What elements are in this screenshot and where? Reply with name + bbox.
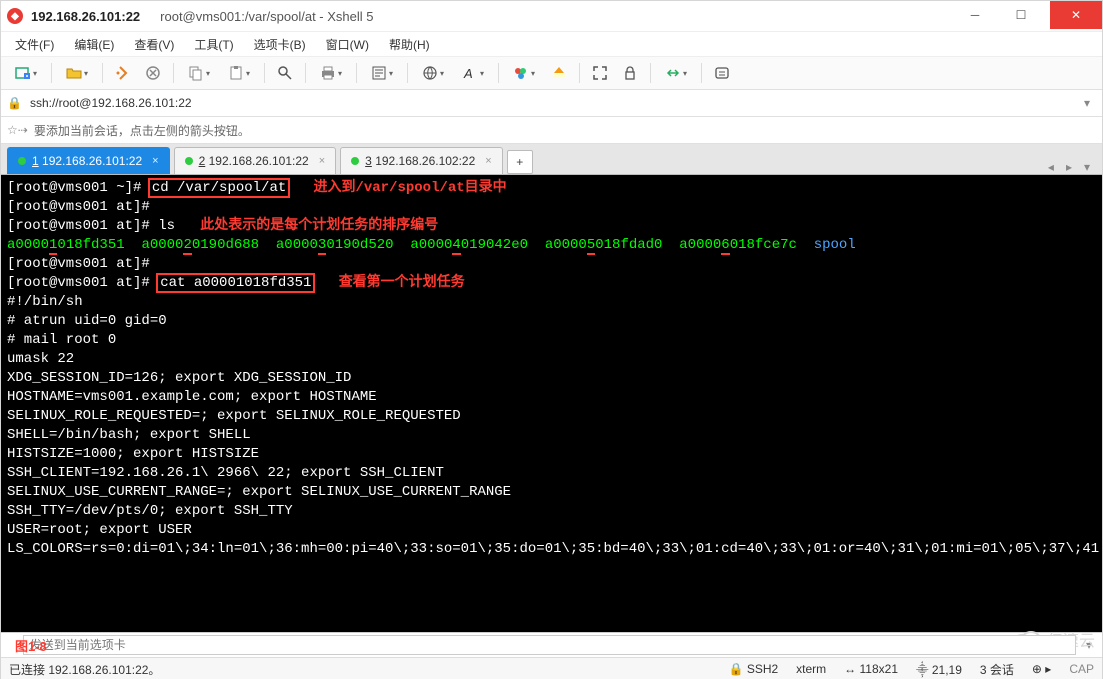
status-connection: 已连接 192.168.26.101:22。: [9, 661, 160, 678]
lock-icon: 🔒: [7, 96, 22, 110]
title-bar: ◆ 192.168.26.101:22 root@vms001:/var/spo…: [1, 1, 1102, 31]
compose-target-dropdown[interactable]: ▾: [1082, 638, 1096, 652]
minimize-button[interactable]: ─: [952, 1, 998, 29]
tab-close-icon[interactable]: ×: [152, 155, 158, 167]
hint-text: 要添加当前会话，点击左侧的箭头按钮。: [34, 122, 250, 139]
tab-prev-button[interactable]: ◂: [1042, 160, 1060, 174]
title-path: root@vms001:/var/spool/at - Xshell 5: [160, 9, 373, 24]
properties-button[interactable]: [363, 60, 401, 86]
app-icon: ◆: [7, 8, 23, 24]
status-sessions: 3 会话: [980, 661, 1014, 678]
tab-session-3[interactable]: 3 192.168.26.102:22 ×: [340, 147, 503, 174]
compose-input[interactable]: [23, 635, 1076, 655]
font-button[interactable]: A: [454, 60, 492, 86]
menu-edit[interactable]: 编辑(E): [70, 34, 118, 55]
tab-close-icon[interactable]: ×: [319, 155, 325, 167]
status-capslock: CAP: [1069, 662, 1094, 676]
terminal[interactable]: [root@vms001 ~]# cd /var/spool/at 进入到/va…: [1, 175, 1102, 632]
status-dot-icon: [18, 157, 26, 165]
reconnect-button[interactable]: [109, 60, 137, 86]
menu-view[interactable]: 查看(V): [130, 34, 178, 55]
title-host: 192.168.26.101:22: [31, 9, 140, 24]
tab-session-1[interactable]: 1 192.168.26.101:22 ×: [7, 147, 170, 174]
address-bar: 🔒 ▾: [1, 90, 1102, 117]
close-button[interactable]: ✕: [1050, 1, 1102, 29]
lock-button[interactable]: [616, 60, 644, 86]
menu-tools[interactable]: 工具(T): [190, 34, 237, 55]
tab-session-2[interactable]: 2 192.168.26.101:22 ×: [174, 147, 337, 174]
menu-file[interactable]: 文件(F): [11, 34, 58, 55]
tab-next-button[interactable]: ▸: [1060, 160, 1078, 174]
address-input[interactable]: [28, 95, 1078, 111]
menu-help[interactable]: 帮助(H): [385, 34, 434, 55]
bookmark-icon[interactable]: ☆⇢: [7, 123, 28, 137]
status-dot-icon: [351, 157, 359, 165]
menu-tabs[interactable]: 选项卡(B): [250, 34, 310, 55]
print-button[interactable]: [312, 60, 350, 86]
color-button[interactable]: [505, 60, 543, 86]
new-tab-button[interactable]: +: [507, 150, 533, 174]
status-termtype: xterm: [796, 662, 826, 676]
copy-button[interactable]: [180, 60, 218, 86]
status-dot-icon: [185, 157, 193, 165]
status-size: ↔ 118x21: [844, 662, 898, 676]
status-cursor: ⸎ 21,19: [916, 661, 962, 678]
status-bar: 已连接 192.168.26.101:22。 🔒 SSH2 xterm ↔ 11…: [1, 657, 1102, 679]
menu-bar: 文件(F) 编辑(E) 查看(V) 工具(T) 选项卡(B) 窗口(W) 帮助(…: [1, 31, 1102, 57]
find-button[interactable]: [271, 60, 299, 86]
status-protocol: 🔒 SSH2: [729, 662, 779, 676]
disconnect-button[interactable]: [139, 60, 167, 86]
tab-list-button[interactable]: ▾: [1078, 160, 1096, 174]
tab-close-icon[interactable]: ×: [485, 155, 491, 167]
menu-window[interactable]: 窗口(W): [322, 34, 373, 55]
toolbar: A: [1, 57, 1102, 90]
fullscreen-button[interactable]: [586, 60, 614, 86]
paste-button[interactable]: [220, 60, 258, 86]
compose-bar: 图1-8 ▾: [1, 632, 1102, 657]
svg-text:A: A: [463, 66, 473, 81]
encoding-button[interactable]: [414, 60, 452, 86]
hint-bar: ☆⇢ 要添加当前会话，点击左侧的箭头按钮。: [1, 117, 1102, 144]
maximize-button[interactable]: ☐: [998, 1, 1044, 29]
address-dropdown[interactable]: ▾: [1078, 96, 1096, 110]
session-tabs: 1 192.168.26.101:22 × 2 192.168.26.101:2…: [1, 144, 1102, 175]
open-button[interactable]: [58, 60, 96, 86]
highlight-button[interactable]: [545, 60, 573, 86]
xftp-button[interactable]: [657, 60, 695, 86]
new-session-button[interactable]: [7, 60, 45, 86]
compose-button[interactable]: [708, 60, 736, 86]
status-sessions-combo[interactable]: ⊕ ▸: [1032, 662, 1051, 676]
figure-label: 图1-8: [15, 636, 47, 655]
